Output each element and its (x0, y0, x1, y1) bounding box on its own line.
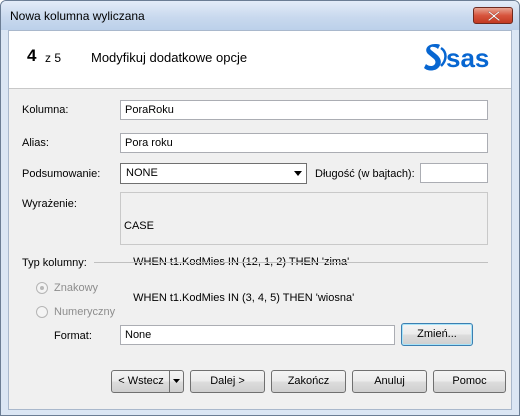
close-button[interactable] (473, 7, 513, 24)
wizard-header: 4 z 5 Modyfikuj dodatkowe opcje sas (9, 31, 511, 89)
format-input[interactable]: None (120, 325, 395, 345)
close-icon (488, 11, 500, 21)
help-button[interactable]: Pomoc (433, 370, 506, 393)
column-label: Kolumna: (22, 104, 69, 116)
window-title: Nowa kolumna wyliczana (10, 9, 145, 23)
dialog-body: 4 z 5 Modyfikuj dodatkowe opcje sas Kolu… (8, 30, 512, 410)
expression-label: Wyrażenie: (22, 198, 77, 210)
summary-select-value: NONE (126, 167, 158, 179)
alias-label: Alias: (22, 137, 49, 149)
step-title: Modyfikuj dodatkowe opcje (91, 50, 248, 65)
summary-select[interactable]: NONE (120, 163, 307, 184)
back-button-label: < Wstecz (118, 375, 164, 387)
dropdown-arrow-icon (294, 171, 302, 176)
type-numeric-label: Numeryczny (54, 306, 116, 318)
summary-label: Podsumowanie: (22, 168, 101, 180)
column-type-label: Typ kolumny: (22, 257, 87, 269)
finish-button[interactable]: Zakończ (271, 370, 346, 393)
expression-line: CASE (124, 220, 154, 232)
sas-logo: sas (424, 43, 489, 73)
back-button[interactable]: < Wstecz (111, 370, 184, 393)
length-label: Długość (w bajtach): (315, 168, 415, 180)
step-total: z 5 (45, 51, 62, 65)
group-separator (94, 262, 488, 263)
dropdown-arrow-icon (173, 379, 180, 383)
step-number: 4 (27, 46, 37, 65)
dialog-window: Nowa kolumna wyliczana 4 z 5 Modyfikuj d… (0, 0, 520, 416)
alias-input[interactable]: Pora roku (120, 133, 488, 153)
type-numeric-radio[interactable] (36, 306, 48, 318)
next-button[interactable]: Dalej > (190, 370, 265, 393)
length-input[interactable] (420, 163, 488, 183)
cancel-button[interactable]: Anuluj (352, 370, 427, 393)
format-label: Format: (54, 330, 92, 342)
expression-box[interactable]: CASE WHEN t1.KodMies IN (12, 1, 2) THEN … (120, 192, 488, 304)
title-bar[interactable]: Nowa kolumna wyliczana (1, 1, 519, 30)
back-history-dropdown[interactable] (169, 371, 183, 392)
type-character-label: Znakowy (54, 282, 99, 294)
sas-logo-text: sas (446, 43, 489, 73)
change-format-button[interactable]: Zmień... (401, 323, 473, 346)
expression-line: WHEN t1.KodMies IN (3, 4, 5) THEN 'wiosn… (124, 292, 355, 304)
type-character-radio[interactable] (36, 282, 48, 294)
column-input[interactable]: PoraRoku (120, 100, 488, 120)
